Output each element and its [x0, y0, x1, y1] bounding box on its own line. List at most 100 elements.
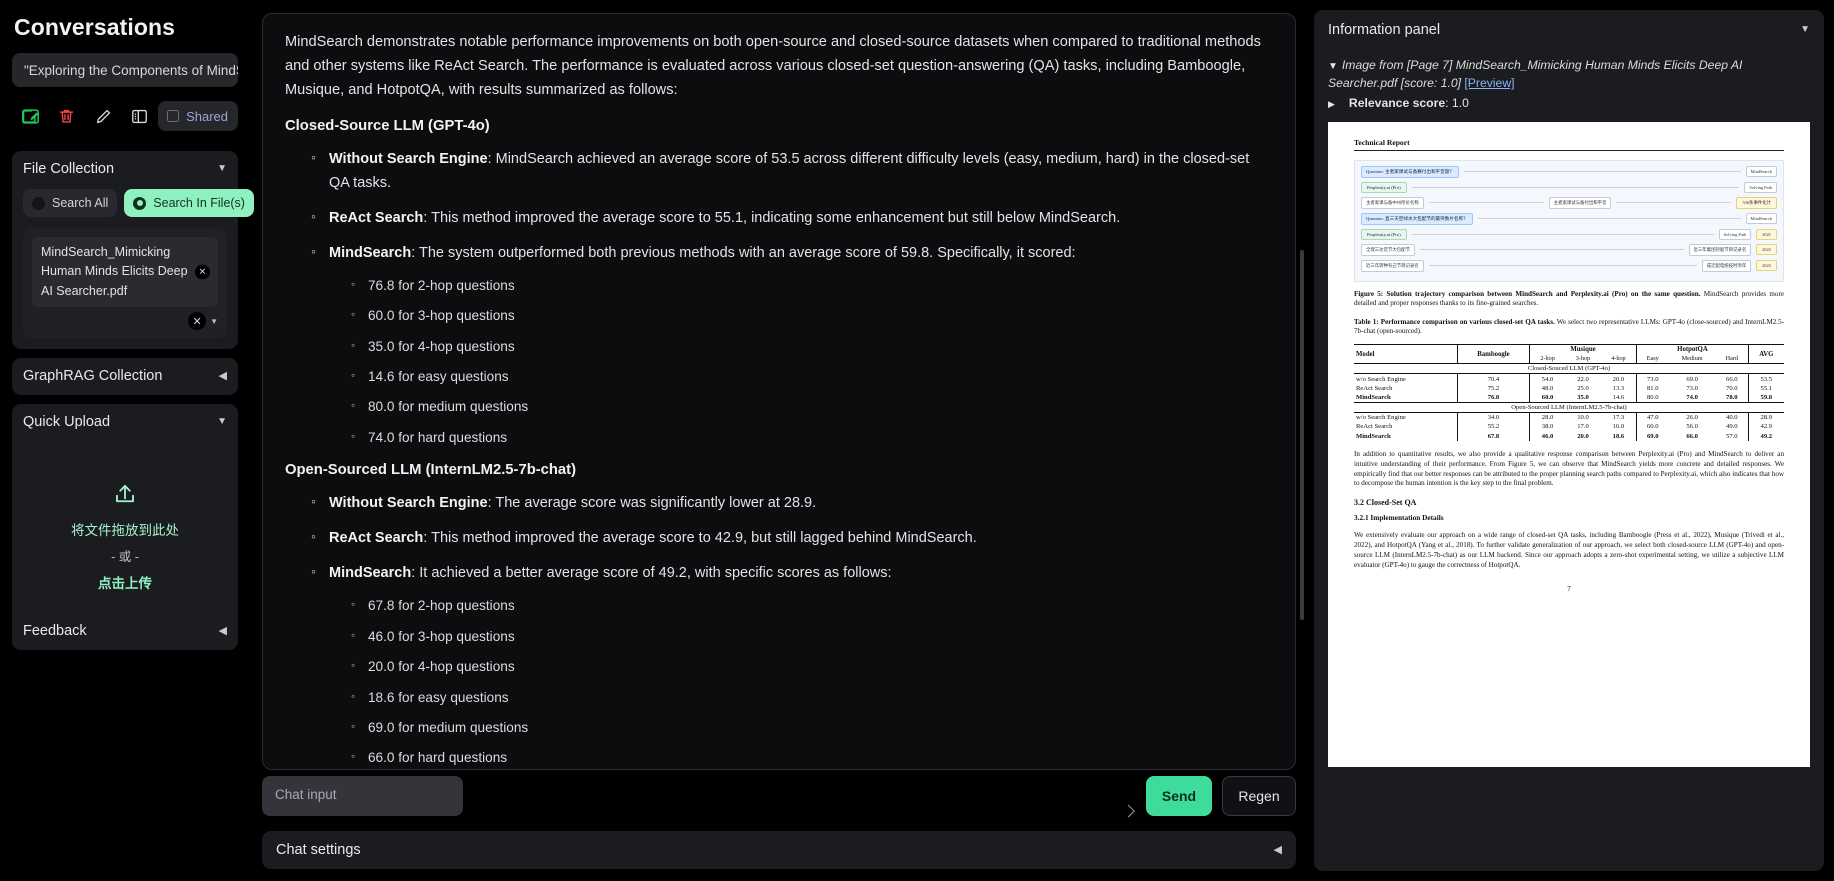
bullet-label: Without Search Engine: [329, 150, 488, 167]
cell-2hop-text: 60.0: [1541, 393, 1554, 401]
chevron-down-icon[interactable]: ▼: [217, 417, 227, 427]
cell-hard: 70.0: [1726, 384, 1738, 392]
search-all-option[interactable]: Search All: [23, 189, 118, 217]
cell-bamboogle-text: 67.8: [1487, 432, 1500, 440]
perplexity-pill: Perplexity.ai (Pro): [1361, 181, 1407, 193]
connector-line: [1477, 218, 1741, 219]
list-item: 74.0 for hard questions: [351, 427, 1273, 448]
section-heading-closed-source: Closed-Source LLM (GPT-4o): [285, 117, 490, 134]
file-collection-panel: File Collection ▼ Search All Search In F…: [12, 151, 254, 350]
resize-handle-icon[interactable]: [1122, 804, 1135, 818]
cell-model-text: MindSearch: [1356, 393, 1391, 401]
chat-settings-panel[interactable]: Chat settings ◀: [262, 831, 1296, 869]
question-pill: Question: 主者家课试与备赛付出和平音题？: [1361, 165, 1459, 178]
upload-click-link[interactable]: 点击上传: [98, 572, 152, 592]
chevron-left-icon[interactable]: ◀: [1274, 844, 1282, 856]
application-root: Conversations "Exploring the Components …: [0, 0, 1834, 881]
connector-line: [1419, 249, 1684, 250]
node-pill: 全理三达官节大包配节: [1361, 243, 1415, 256]
cell-medium: 74.0: [1668, 393, 1716, 403]
pdf-section-3-2: 3.2 Closed-Set QA: [1354, 498, 1417, 508]
cell-3hop-text: 35.0: [1577, 393, 1589, 401]
graphrag-collection-panel[interactable]: GraphRAG Collection ◀: [12, 358, 238, 396]
cell-4hop: 18.6: [1601, 432, 1637, 441]
chevron-left-icon[interactable]: ◀: [219, 625, 227, 637]
table-row: ReAct Search 75.2 48.0 25.0 13.3 81.0 73…: [1354, 383, 1784, 393]
cell-bamboogle: 75.2: [1457, 383, 1530, 393]
node-pill: 主者家课试与备付出和平音: [1548, 196, 1612, 209]
cell-4hop-text: 18.6: [1612, 432, 1625, 440]
graphrag-header[interactable]: GraphRAG Collection ◀: [23, 368, 227, 384]
assistant-message: MindSearch demonstrates notable performa…: [262, 13, 1296, 770]
figure-node2-row: 全理三达官节大包配节 近三年集团持股节目记录名 2022: [1361, 243, 1777, 256]
pdf-page-preview[interactable]: Technical Report Question: 主者家课试与备赛付出和平音…: [1328, 121, 1810, 767]
connector-line: [1428, 202, 1544, 203]
triangle-open-icon[interactable]: ▼: [1328, 61, 1338, 72]
new-conversation-icon[interactable]: [12, 101, 49, 131]
chevron-down-icon[interactable]: ▼: [217, 164, 227, 174]
open-source-list: Without Search Engine: The average score…: [285, 490, 1273, 769]
file-dropzone[interactable]: 将文件拖放到此处 - 或 - 点击上传: [23, 434, 227, 639]
chat-scrollbar[interactable]: [1300, 250, 1304, 620]
cell-easy: 60.0: [1636, 422, 1669, 432]
quick-upload-header[interactable]: Quick Upload ▼: [23, 414, 227, 430]
cell-2hop: 54.0: [1528, 373, 1566, 384]
cell-medium: 26.0: [1668, 412, 1716, 423]
cell-model-text: MindSearch: [1356, 432, 1391, 440]
feedback-panel[interactable]: Feedback ◀: [12, 613, 238, 650]
chat-input-row: Send Regen: [250, 770, 1308, 821]
connector-line: [1463, 171, 1741, 172]
cell-avg-text: 49.2: [1760, 432, 1773, 440]
clear-all-icon[interactable]: ✕: [188, 312, 207, 331]
cell-hard: 78.0: [1716, 393, 1748, 403]
year-pill: 2021: [1756, 228, 1777, 240]
chat-input-wrapper: [262, 776, 1136, 821]
file-collection-header[interactable]: File Collection ▼: [23, 161, 227, 177]
figure-caption-bold: Figure 5: Solution trajectory comparison…: [1354, 289, 1701, 298]
delete-conversation-icon[interactable]: [49, 101, 86, 131]
cell-easy: 81.0: [1636, 383, 1669, 393]
list-item: 66.0 for hard questions: [351, 747, 1273, 768]
pdf-section-3-2-1: 3.2.1 Implementation Details: [1354, 513, 1444, 523]
rename-conversation-icon[interactable]: [85, 101, 122, 131]
pdf-figure-5: Question: 主者家课试与备赛付出和平音题？ MindSearch Per…: [1354, 159, 1784, 282]
relevance-row[interactable]: ▶ Relevance score: 1.0: [1328, 96, 1810, 110]
pdf-running-header: Technical Report: [1354, 138, 1784, 151]
file-chip[interactable]: MindSearch_Mimicking Human Minds Elicits…: [32, 237, 218, 308]
feedback-header[interactable]: Feedback ◀: [23, 623, 227, 639]
cell-hard-text: 78.0: [1726, 393, 1738, 401]
cell-bamboogle: 55.2: [1457, 422, 1530, 432]
cell-2hop-text: 46.0: [1541, 432, 1554, 440]
send-button[interactable]: Send: [1146, 776, 1212, 816]
conversation-selector[interactable]: "Exploring the Components of MindSearch": [12, 53, 238, 87]
list-item: ReAct Search: This method improved the a…: [311, 525, 1273, 550]
table-row: w/o Search Engine 34.0 28.0 10.0 17.3 47…: [1354, 412, 1784, 423]
dropzone-text: 将文件拖放到此处: [71, 523, 179, 539]
close-icon[interactable]: ✕: [195, 264, 210, 280]
pdf-paragraph-2: We extensively evaluate our approach on …: [1354, 531, 1784, 570]
cell-easy: 73.0: [1636, 373, 1669, 384]
preview-link[interactable]: [Preview]: [1464, 76, 1514, 90]
shared-toggle[interactable]: Shared: [158, 101, 238, 131]
connector-line: [1411, 186, 1740, 188]
connector-line: [1616, 202, 1732, 203]
chat-settings-label: Chat settings: [276, 842, 361, 858]
cell-model: w/o Search Engine: [1354, 412, 1458, 423]
cell-hard: 57.0: [1726, 432, 1738, 440]
information-panel-header[interactable]: Information panel ▼: [1328, 22, 1810, 38]
cell-avg: 28.9: [1747, 412, 1784, 423]
cell-medium-text: 66.0: [1686, 432, 1698, 440]
split-view-icon[interactable]: [122, 101, 159, 131]
conversation-name: "Exploring the Components of MindSearch": [24, 62, 238, 78]
cell-model: w/o Search Engine: [1354, 373, 1458, 384]
mindsearch-pill: MindSearch: [1745, 213, 1777, 225]
chat-input[interactable]: [262, 776, 463, 816]
regen-button[interactable]: Regen: [1222, 776, 1296, 816]
year-pill: 2022: [1756, 244, 1777, 256]
chevron-left-icon[interactable]: ◀: [219, 370, 227, 382]
search-in-files-option[interactable]: Search In File(s): [124, 189, 254, 217]
triangle-closed-icon[interactable]: ▶: [1328, 99, 1335, 109]
chevron-down-icon[interactable]: ▼: [210, 317, 218, 326]
shared-checkbox[interactable]: [167, 110, 180, 122]
chevron-down-icon[interactable]: ▼: [1800, 25, 1810, 35]
